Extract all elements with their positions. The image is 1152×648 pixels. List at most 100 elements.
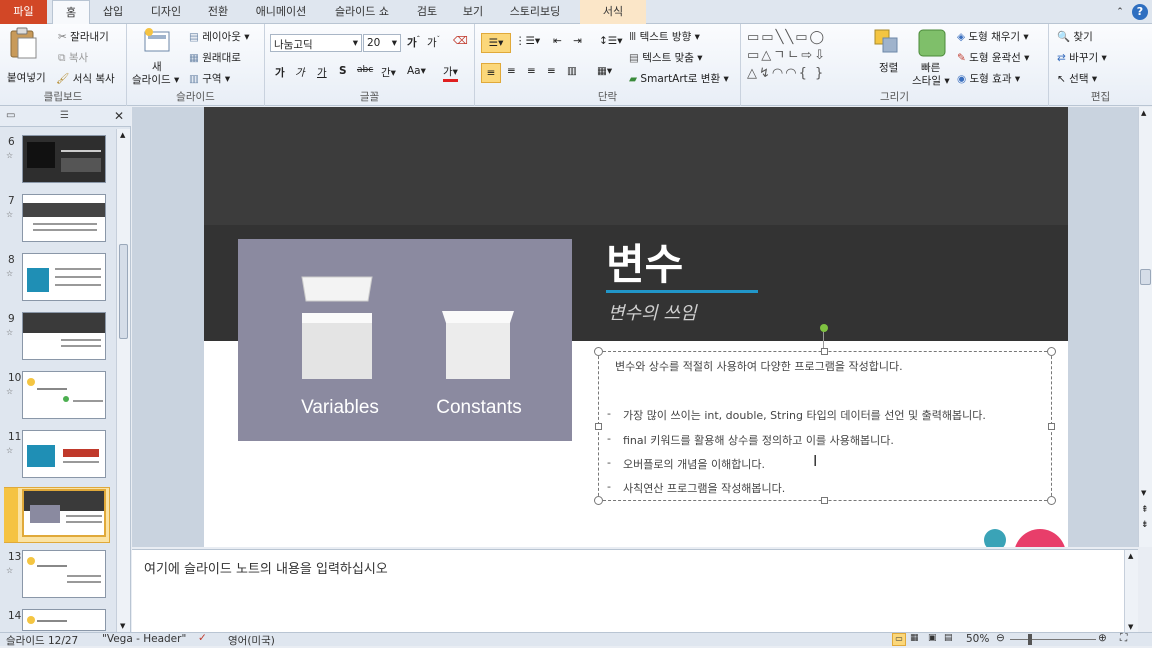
quick-styles-icon[interactable] <box>917 28 947 61</box>
select-button[interactable]: ↖ 선택 ▾ <box>1057 71 1097 86</box>
decrease-indent-icon[interactable]: ⇤ <box>553 35 562 47</box>
change-case-button[interactable]: Aa▾ <box>407 65 426 77</box>
tab-slideshow[interactable]: 슬라이드 쇼 <box>326 0 398 24</box>
resize-handle[interactable] <box>1047 496 1056 505</box>
thumbnail-slide-7[interactable] <box>22 194 106 242</box>
arrange-icon[interactable] <box>873 28 901 59</box>
resize-handle[interactable] <box>594 347 603 356</box>
font-size-select[interactable]: 20 ▾ <box>363 34 401 52</box>
align-right-button[interactable]: ≡ <box>527 65 536 77</box>
resize-handle[interactable] <box>821 497 828 504</box>
thumbnail-slide-8[interactable] <box>22 253 106 301</box>
scroll-down-icon[interactable]: ▼ <box>120 622 125 630</box>
clear-format-icon[interactable]: ⌫ <box>453 35 468 47</box>
format-painter-button[interactable]: 🖌 서식 복사 <box>56 71 115 86</box>
help-icon[interactable]: ? <box>1132 4 1148 20</box>
tab-design[interactable]: 디자인 <box>143 0 189 24</box>
char-spacing-button[interactable]: 간▾ <box>381 65 396 80</box>
thumbnail-slide-9[interactable] <box>22 312 106 360</box>
copy-button[interactable]: ⧉ 복사 <box>58 50 88 65</box>
cut-button[interactable]: ✂ 잘라내기 <box>58 29 109 44</box>
tab-format[interactable]: 서식 <box>580 0 646 24</box>
bullets-button[interactable]: ☰▾ <box>481 33 511 53</box>
content-text-box[interactable]: 변수와 상수를 적절히 사용하여 다양한 프로그램을 작성합니다. - 가장 많… <box>594 347 1056 505</box>
rotate-handle[interactable] <box>820 324 828 332</box>
replace-button[interactable]: ⇄ 바꾸기 ▾ <box>1057 50 1107 65</box>
align-text-button[interactable]: ▤ 텍스트 맞춤 ▾ <box>629 50 703 65</box>
resize-handle[interactable] <box>595 423 602 430</box>
paste-button[interactable]: 붙여넣기 <box>7 70 46 85</box>
shadow-button[interactable]: S <box>339 65 347 77</box>
distribute-button[interactable]: ▥ <box>567 65 577 77</box>
variables-constants-image[interactable]: Variables Constants <box>238 239 572 441</box>
resize-handle[interactable] <box>1047 347 1056 356</box>
line-spacing-button[interactable]: ↕☰▾ <box>599 35 622 47</box>
thumbnail-slide-13[interactable] <box>22 550 106 598</box>
zoom-in-icon[interactable]: ⊕ <box>1098 632 1107 644</box>
previous-slide-icon[interactable]: ⇞ <box>1141 505 1149 515</box>
scroll-up-icon[interactable]: ▲ <box>1141 109 1146 117</box>
sorter-view-icon[interactable]: ▦ <box>910 633 919 643</box>
tab-storyboarding[interactable]: 스토리보딩 <box>502 0 568 24</box>
thumbnail-slide-10[interactable] <box>22 371 106 419</box>
paste-icon[interactable] <box>6 27 46 69</box>
close-pane-icon[interactable]: ✕ <box>114 109 124 123</box>
tab-review[interactable]: 검토 <box>410 0 444 24</box>
slides-tab-icon[interactable]: ▭ <box>6 110 15 121</box>
tab-view[interactable]: 보기 <box>456 0 490 24</box>
font-color-button[interactable]: 가▾ <box>443 64 458 82</box>
normal-view-icon[interactable]: ▭ <box>892 633 906 646</box>
slide-title[interactable]: 변수 <box>606 231 683 292</box>
align-left-button[interactable]: ≡ <box>481 63 501 83</box>
zoom-out-icon[interactable]: ⊖ <box>996 632 1005 644</box>
spelling-check-icon[interactable]: ✓ <box>198 632 207 644</box>
fit-to-window-icon[interactable]: ⛶ <box>1120 632 1127 645</box>
tab-animations[interactable]: 애니메이션 <box>248 0 314 24</box>
zoom-slider[interactable] <box>1010 639 1096 640</box>
italic-button[interactable]: 가 <box>295 65 305 80</box>
scroll-up-icon[interactable]: ▲ <box>1128 552 1133 560</box>
editor-vertical-scrollbar[interactable]: ▲ ▼ ⇞ ⇟ <box>1138 107 1152 547</box>
resize-handle[interactable] <box>821 348 828 355</box>
numbering-button[interactable]: ⋮☰▾ <box>515 35 540 47</box>
shape-outline-button[interactable]: ✎ 도형 윤곽선 ▾ <box>957 50 1029 65</box>
shape-effects-button[interactable]: ◉ 도형 효과 ▾ <box>957 71 1020 86</box>
slideshow-view-icon[interactable]: ▤ <box>944 633 953 643</box>
tab-insert[interactable]: 삽입 <box>96 0 130 24</box>
zoom-slider-thumb[interactable] <box>1028 634 1032 645</box>
shape-fill-button[interactable]: ◈ 도형 채우기 ▾ <box>957 29 1029 44</box>
justify-button[interactable]: ≡ <box>547 65 556 77</box>
new-slide-icon[interactable] <box>143 28 173 57</box>
quick-styles-button[interactable]: 스타일 ▾ <box>912 73 950 88</box>
thumbnail-slide-12[interactable] <box>22 489 106 537</box>
tab-home[interactable]: 홈 <box>52 0 90 25</box>
reset-button[interactable]: ▦ 원래대로 <box>189 50 241 65</box>
scroll-down-icon[interactable]: ▼ <box>1128 623 1133 631</box>
section-button[interactable]: ▥ 구역 ▾ <box>189 71 230 86</box>
text-direction-button[interactable]: Ⅲ 텍스트 방향 ▾ <box>629 29 700 44</box>
thumbnail-slide-14[interactable] <box>22 609 106 631</box>
zoom-level[interactable]: 50% <box>966 633 989 645</box>
editor-scroll-thumb[interactable] <box>1140 269 1151 285</box>
reading-view-icon[interactable]: ▣ <box>928 633 937 643</box>
tab-transitions[interactable]: 전환 <box>200 0 236 24</box>
thumbnail-slide-11[interactable] <box>22 430 106 478</box>
shapes-gallery[interactable]: ▭▭╲╲▭◯ ▭△ㄱㄴ⇨⇩ △↯◠◠{ } <box>747 29 871 83</box>
increase-indent-icon[interactable]: ⇥ <box>573 35 582 47</box>
underline-button[interactable]: 가 <box>317 65 327 80</box>
next-slide-icon[interactable]: ⇟ <box>1141 520 1149 530</box>
bold-button[interactable]: 가 <box>275 65 285 80</box>
smartart-button[interactable]: ▰ SmartArt로 변환 ▾ <box>629 71 729 86</box>
thumbnail-scrollbar[interactable]: ▲ ▼ <box>116 129 130 632</box>
find-button[interactable]: 🔍 찾기 <box>1057 29 1093 44</box>
tab-file[interactable]: 파일 <box>0 0 47 24</box>
strike-button[interactable]: abc <box>357 65 373 75</box>
grow-font-button[interactable]: 가ˆ <box>407 35 420 50</box>
collapse-ribbon-icon[interactable]: ⌃ <box>1112 0 1128 24</box>
scroll-down-icon[interactable]: ▼ <box>1141 489 1146 497</box>
slide-subtitle[interactable]: 변수의 쓰임 <box>608 299 697 325</box>
arrange-button[interactable]: 정렬 <box>879 60 898 75</box>
notes-pane[interactable]: 여기에 슬라이드 노트의 내용을 입력하십시오 ▲ ▼ <box>132 549 1138 633</box>
resize-handle[interactable] <box>1048 423 1055 430</box>
notes-scrollbar[interactable]: ▲ ▼ <box>1124 550 1138 633</box>
